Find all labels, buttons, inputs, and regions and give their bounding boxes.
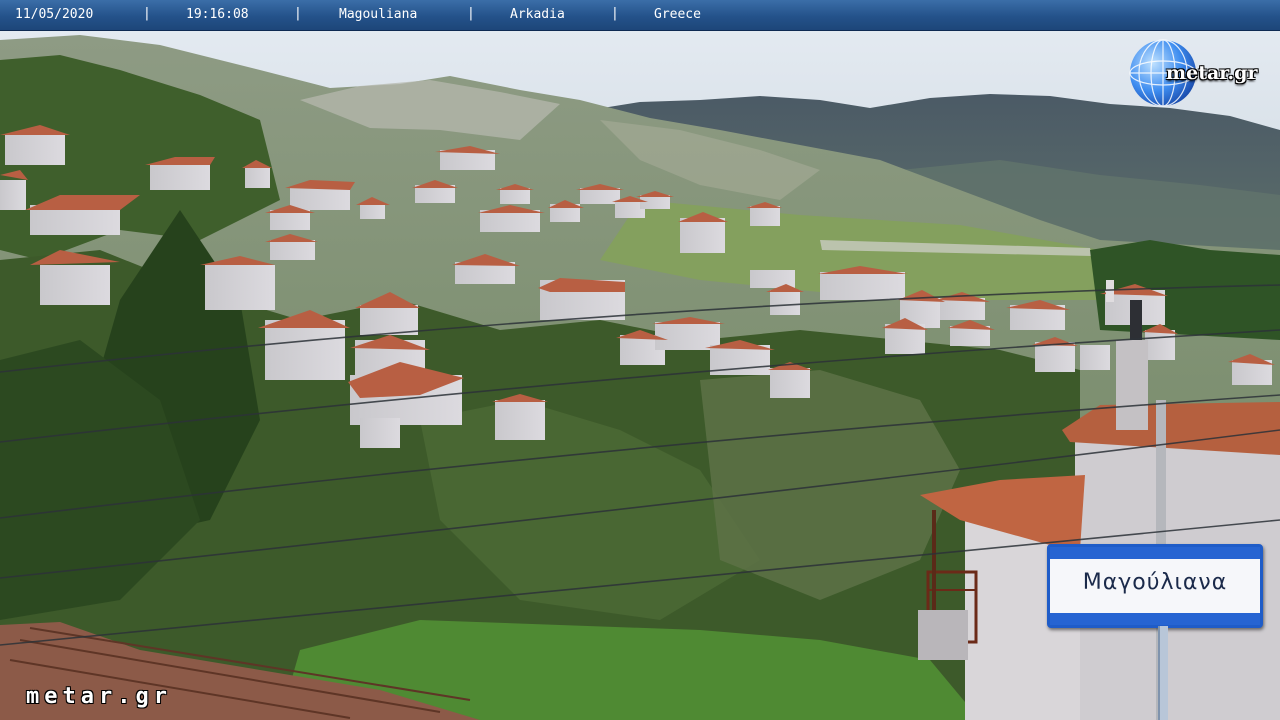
time-label: 19:16:08 — [186, 7, 249, 22]
village-label: Magouliana — [339, 7, 418, 22]
sign-pole — [1158, 626, 1168, 720]
webcam-view: 11/05/2020 | 19:16:08 | Magouliana | Ark… — [0, 0, 1280, 720]
separator: | — [467, 6, 475, 21]
village-sign-text: Μαγούλιανα — [1082, 570, 1228, 595]
date-label: 11/05/2020 — [15, 7, 94, 22]
church-bell-tower — [1106, 280, 1114, 302]
separator: | — [294, 6, 302, 21]
chimney — [1116, 340, 1148, 430]
separator: | — [143, 6, 151, 21]
region-label: Arkadia — [510, 7, 565, 22]
watermark-text: metar.gr — [26, 684, 172, 709]
village-name-sign: Μαγούλιανα — [1047, 544, 1263, 628]
brand-logo-text: metar.gr — [1166, 62, 1258, 84]
separator: | — [611, 6, 619, 21]
country-label: Greece — [654, 7, 701, 22]
webcam-info-bar: 11/05/2020 | 19:16:08 | Magouliana | Ark… — [0, 0, 1280, 31]
brand-logo: metar.gr — [1128, 38, 1270, 110]
